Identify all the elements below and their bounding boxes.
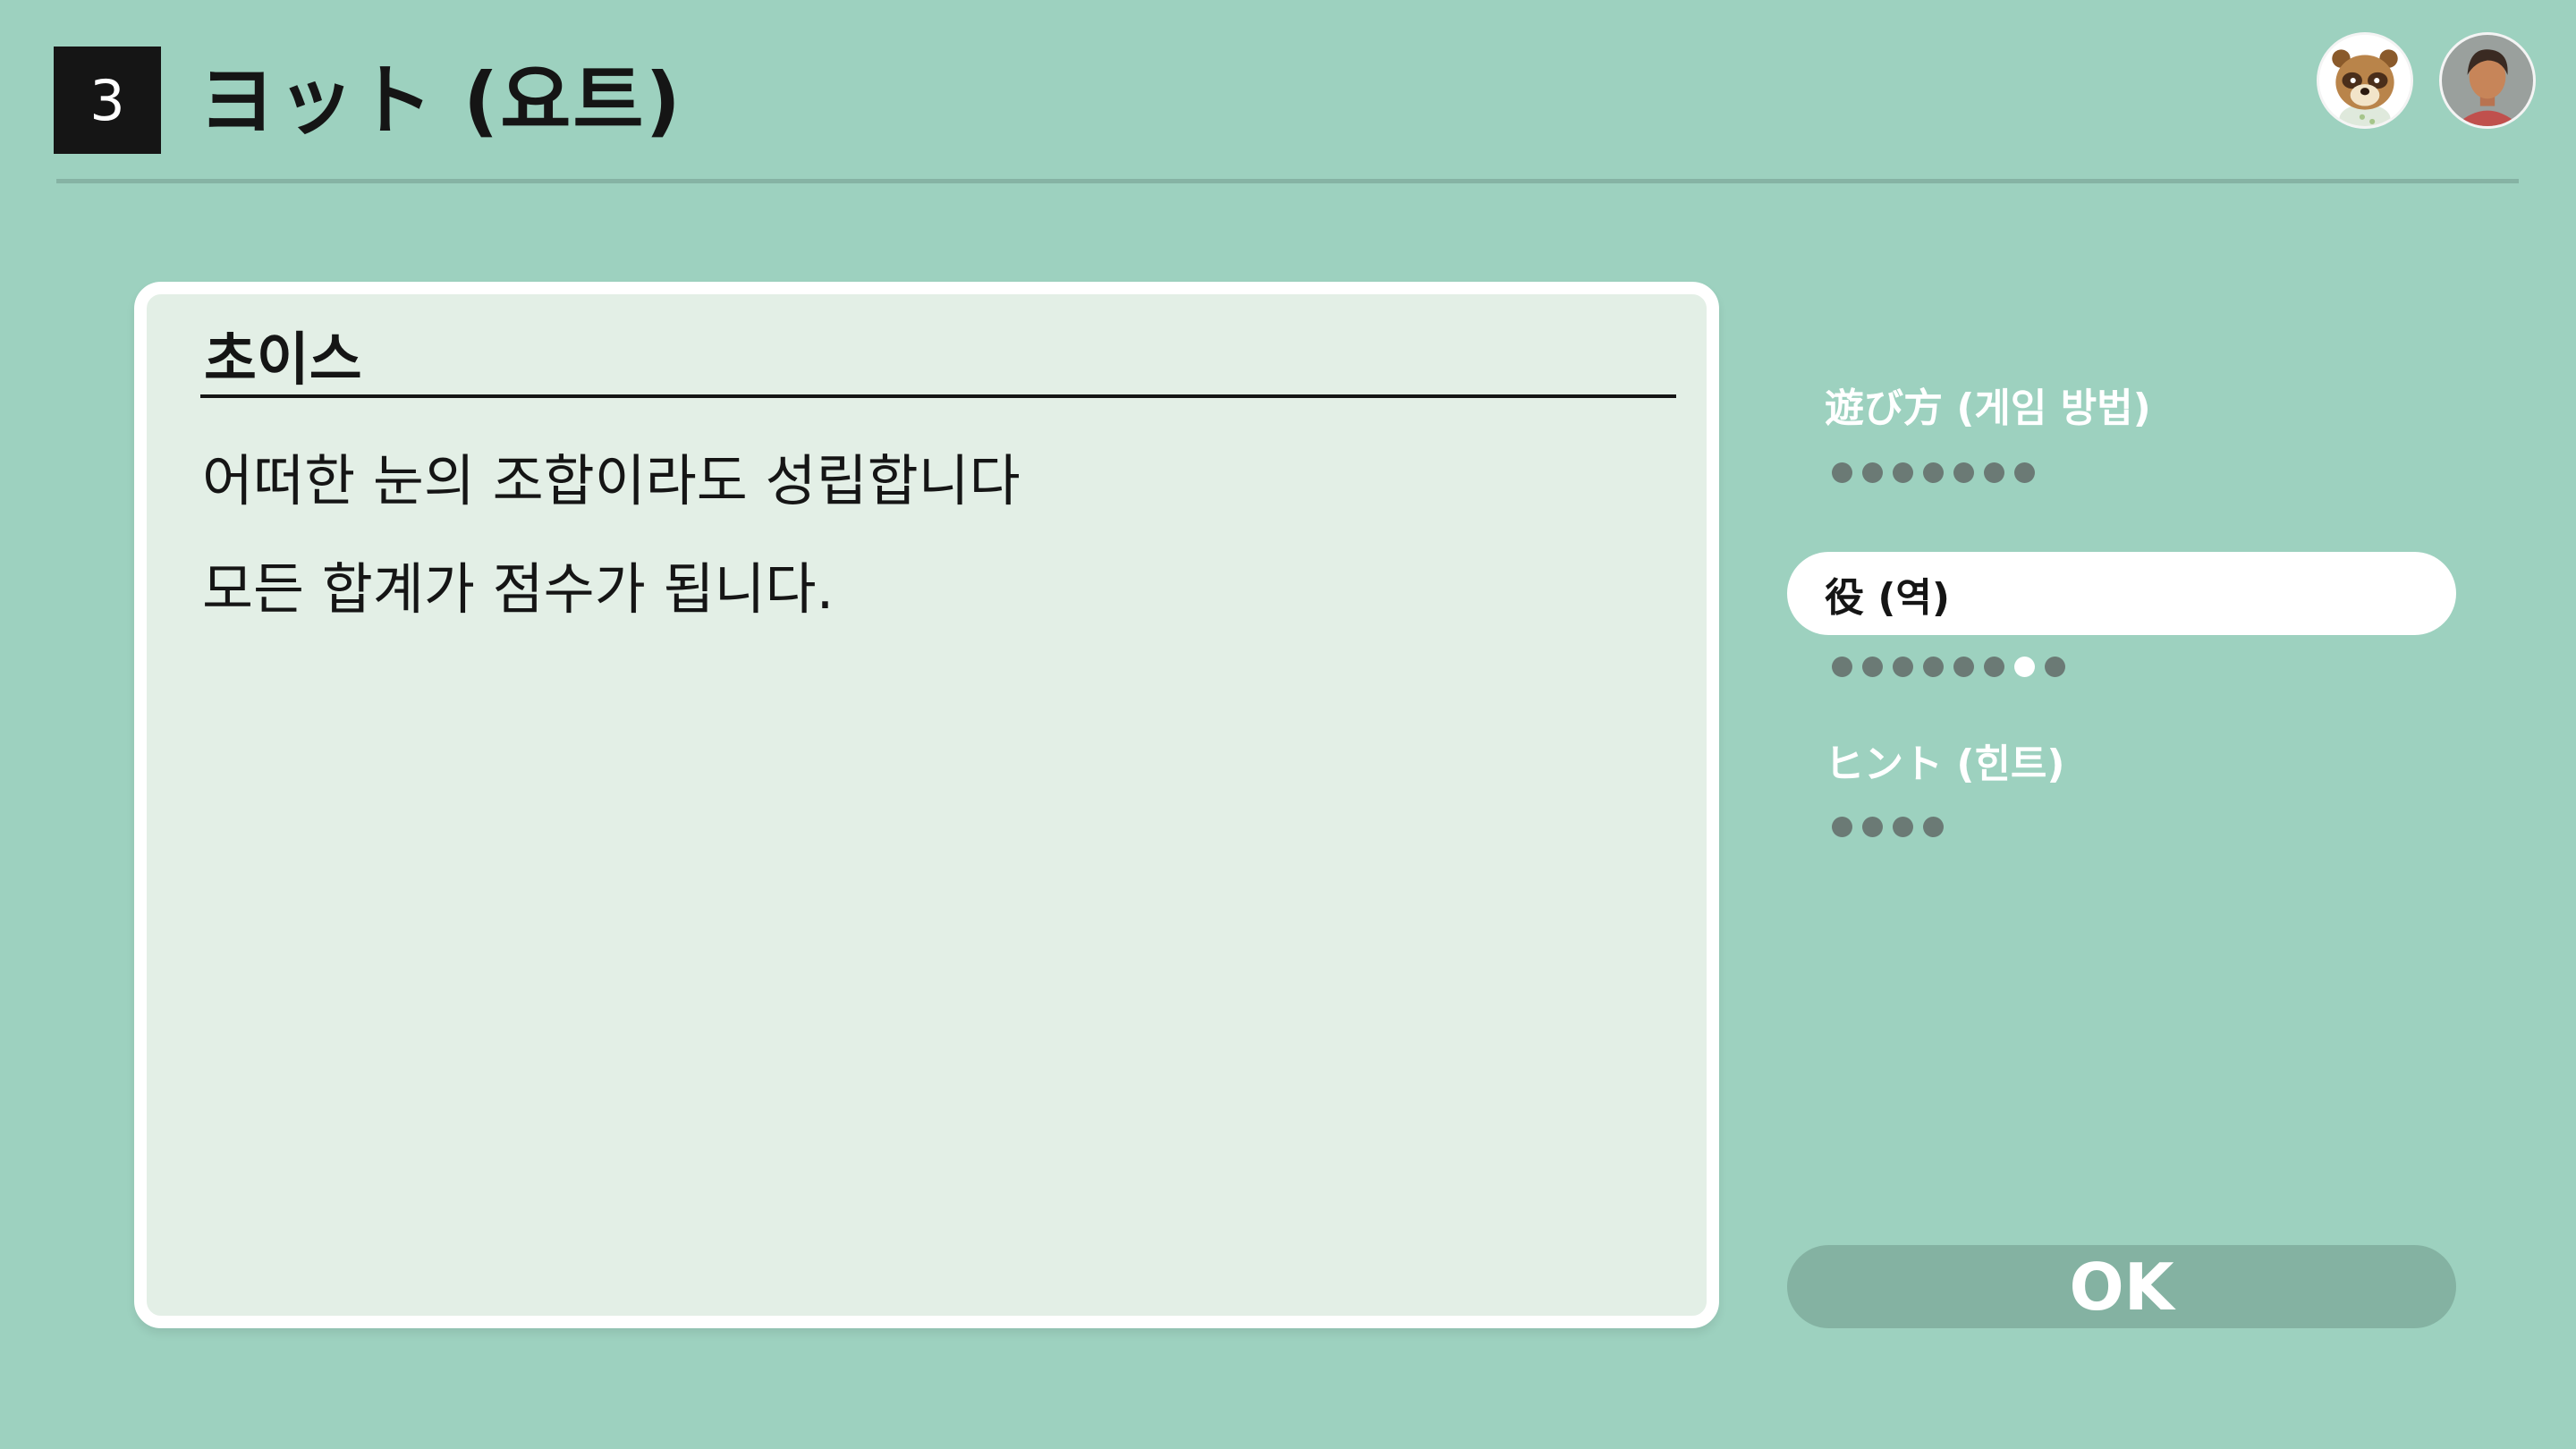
- description-panel: 초이스 어떠한 눈의 조합이라도 성립합니다 모든 합계가 점수가 됩니다.: [134, 282, 1719, 1328]
- menu-item-hands[interactable]: 役 (역): [1825, 565, 1950, 623]
- page-dot: [1923, 462, 1944, 483]
- page-dot: [1923, 817, 1944, 837]
- page-dot: [1923, 657, 1944, 677]
- page-dot: [1832, 462, 1852, 483]
- page-dot: [1862, 657, 1883, 677]
- page-dot: [1862, 462, 1883, 483]
- how-to-play-page-indicator: [1832, 462, 2035, 483]
- page-dot: [1893, 817, 1913, 837]
- page-dot: [1832, 817, 1852, 837]
- hints-page-indicator: [1832, 817, 1944, 837]
- heading-underline: [200, 394, 1676, 398]
- page-dot: [1984, 462, 2004, 483]
- page-dot: [2014, 462, 2035, 483]
- raccoon-avatar-icon[interactable]: [2317, 32, 2413, 129]
- header-divider: [56, 179, 2519, 183]
- hands-page-indicator: [1832, 657, 2065, 677]
- page-dot: [1862, 817, 1883, 837]
- game-number-badge: 3: [54, 47, 161, 154]
- page-dot: [1893, 462, 1913, 483]
- page-dot: [2045, 657, 2065, 677]
- page-dot: [1893, 657, 1913, 677]
- description-line: 어떠한 눈의 조합이라도 성립합니다: [202, 448, 1021, 513]
- page-title: ヨット (요트): [199, 56, 682, 146]
- ok-button[interactable]: OK: [1787, 1245, 2456, 1328]
- page-dot: [1953, 462, 1974, 483]
- player-avatar-icon[interactable]: [2439, 32, 2536, 129]
- page-dot-current: [2014, 657, 2035, 677]
- menu-item-how-to-play[interactable]: 遊び方 (게임 방법): [1825, 376, 2151, 433]
- description-line: 모든 합계가 점수가 됩니다.: [202, 556, 835, 622]
- section-heading: 초이스: [204, 327, 362, 394]
- page-dot: [1984, 657, 2004, 677]
- page-dot: [1832, 657, 1852, 677]
- menu-item-hints[interactable]: ヒント (힌트): [1825, 732, 2065, 789]
- page-dot: [1953, 657, 1974, 677]
